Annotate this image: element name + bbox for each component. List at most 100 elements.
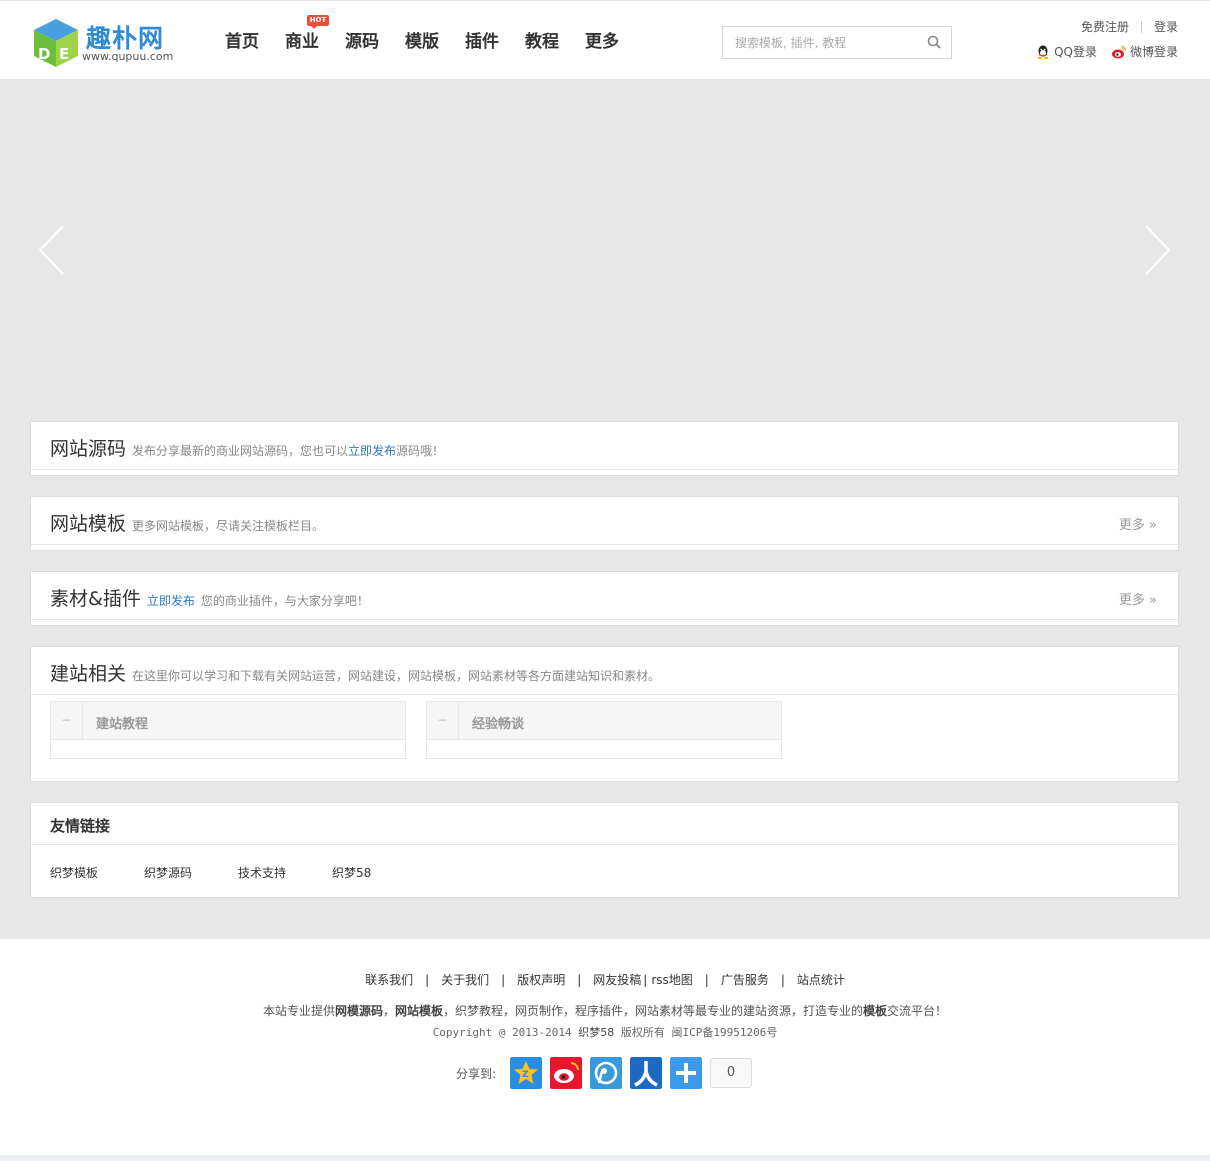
chevron-right-icon[interactable] — [1142, 224, 1172, 276]
more-link[interactable]: 更多 » — [1119, 589, 1157, 608]
qq-icon — [1037, 45, 1049, 59]
footer-link-ads[interactable]: 广告服务 — [721, 973, 769, 987]
nav-item-tutorial[interactable]: 教程 — [512, 1, 572, 81]
nav-item-home[interactable]: 首页 — [212, 1, 272, 81]
footer-link-stats[interactable]: 站点统计 — [797, 973, 845, 987]
weibo-share-icon[interactable] — [550, 1057, 583, 1089]
copyright-site: 织梦58 — [578, 1026, 615, 1039]
nav-item-template[interactable]: 模版 — [392, 1, 452, 81]
desc-text: 本站专业提供 — [262, 1004, 335, 1018]
divider: | — [780, 973, 785, 987]
chevron-left-icon[interactable] — [37, 224, 67, 276]
double-chevron-right-icon: » — [1149, 518, 1157, 533]
section-desc: 立即发布 您的商业插件，与大家分享吧！ — [147, 594, 369, 608]
friend-link[interactable]: 织梦模板 — [50, 864, 98, 881]
section-source: 网站源码 发布分享最新的商业网站源码，您也可以立即发布源码哦！ — [30, 421, 1179, 476]
section-template: 网站模板 更多网站模板，尽请关注模板栏目。 更多 » — [30, 496, 1179, 551]
footer-link-submit[interactable]: 网友投稿 — [593, 973, 641, 987]
section-header: 网站模板 更多网站模板，尽请关注模板栏目。 更多 » — [31, 497, 1178, 545]
logo-url: www.qupuu.com — [82, 50, 174, 63]
footer-link-rss[interactable]: rss地图 — [651, 973, 692, 987]
publish-link[interactable]: 立即发布 — [147, 594, 195, 608]
account-links: 免费注册 登录 — [1081, 18, 1178, 35]
sub-panel-tutorial: − 建站教程 — [50, 701, 406, 759]
footer-description: 本站专业提供网模源码，网站模板，织梦教程，网页制作，程序插件，网站素材等最专业的… — [0, 1002, 1210, 1019]
more-label: 更多 — [1118, 593, 1145, 608]
qq-login-link[interactable]: QQ登录 — [1035, 43, 1097, 60]
desc-bold: 模板 — [863, 1004, 888, 1018]
divider — [1140, 21, 1142, 33]
minus-icon[interactable]: − — [427, 702, 459, 740]
friend-link[interactable]: 织梦源码 — [144, 864, 192, 881]
nav-item-source[interactable]: 源码 — [332, 1, 392, 81]
sub-panel-header: − 建站教程 — [51, 702, 405, 740]
desc-text: 您的商业插件，与大家分享吧！ — [200, 594, 369, 608]
section-desc: 发布分享最新的商业网站源码，您也可以立即发布源码哦！ — [132, 444, 444, 458]
bottom-strip — [0, 1155, 1210, 1161]
footer-links: 联系我们 | 关于我们 | 版权声明 | 网友投稿 | rss地图 | 广告服务 | 站点统计 — [0, 971, 1210, 988]
site-header: D E 趣朴网 www.qupuu.com 首页 商业 源码 模版 插件 教程 … — [0, 0, 1210, 80]
desc-text: ，织梦教程，网页制作，程序插件，网站素材等最专业的建站资源，打造专业的 — [443, 1004, 864, 1018]
share-count: 0 — [710, 1058, 753, 1088]
section-header: 素材&插件 立即发布 您的商业插件，与大家分享吧！ 更多 » — [31, 572, 1178, 620]
section-plugin: 素材&插件 立即发布 您的商业插件，与大家分享吧！ 更多 » — [30, 571, 1179, 626]
cube-logo-icon: D E — [34, 19, 78, 67]
banner-slider — [0, 81, 1210, 401]
sub-panel-experience: − 经验畅谈 — [426, 701, 782, 759]
nav-item-plugin[interactable]: 插件 — [452, 1, 512, 81]
copyright-text: Copyright @ 2013-2014 — [432, 1026, 579, 1039]
desc-text: 发布分享最新的商业网站源码，您也可以 — [132, 444, 349, 458]
section-header: 建站相关 在这里你可以学习和下载有关网站运营，网站建设，网站模板，网站素材等各方面… — [31, 647, 1178, 695]
nav-item-business[interactable]: 商业 — [272, 1, 332, 81]
desc-text: 源码哦！ — [396, 444, 445, 458]
friend-links-list: 织梦模板 织梦源码 技术支持 织梦58 — [31, 845, 1178, 897]
weibo-login-label: 微博登录 — [1129, 45, 1178, 59]
share-label: 分享到: — [456, 1066, 497, 1081]
section-title: 友情链接 — [50, 817, 111, 835]
desc-text: 交流平台！ — [887, 1004, 948, 1018]
friend-link[interactable]: 技术支持 — [238, 864, 286, 881]
more-label: 更多 — [1118, 518, 1145, 533]
main-nav: 首页 商业 源码 模版 插件 教程 更多 — [212, 1, 632, 81]
section-friend-links: 友情链接 织梦模板 织梦源码 技术支持 织梦58 — [30, 802, 1179, 898]
tencent-weibo-share-icon[interactable] — [590, 1057, 623, 1089]
footer-link-about[interactable]: 关于我们 — [441, 973, 489, 987]
section-desc: 更多网站模板，尽请关注模板栏目。 — [132, 519, 325, 533]
divider: | — [501, 973, 506, 987]
search-box — [722, 26, 952, 59]
svg-text:D: D — [38, 45, 50, 63]
section-title: 素材&插件 — [50, 588, 141, 610]
social-login: QQ登录 微博登录 — [1035, 43, 1178, 60]
footer-link-contact[interactable]: 联系我们 — [365, 973, 413, 987]
sub-panel-title[interactable]: 经验畅谈 — [472, 713, 524, 732]
sub-panel-title[interactable]: 建站教程 — [96, 713, 148, 732]
renren-share-icon[interactable] — [630, 1057, 663, 1089]
section-desc: 在这里你可以学习和下载有关网站运营，网站建设，网站模板，网站素材等各方面建站知识… — [132, 669, 661, 683]
hot-badge: HOT — [307, 15, 329, 29]
search-input[interactable] — [723, 27, 918, 58]
section-build: 建站相关 在这里你可以学习和下载有关网站运营，网站建设，网站模板，网站素材等各方面… — [30, 646, 1179, 782]
double-chevron-right-icon: » — [1149, 593, 1157, 608]
section-title: 建站相关 — [50, 663, 127, 685]
login-link[interactable]: 登录 — [1154, 18, 1178, 35]
desc-bold: 网站模板 — [394, 1004, 443, 1018]
minus-icon[interactable]: − — [51, 702, 83, 740]
more-link[interactable]: 更多 » — [1119, 514, 1157, 533]
friend-link[interactable]: 织梦58 — [332, 864, 371, 881]
register-link[interactable]: 免费注册 — [1081, 18, 1129, 35]
section-header: 友情链接 — [31, 803, 1178, 845]
site-logo[interactable]: D E 趣朴网 www.qupuu.com — [32, 15, 182, 71]
search-icon[interactable] — [927, 35, 941, 49]
copyright-text: 版权所有 闽ICP备19951206号 — [614, 1026, 778, 1039]
footer-link-copyright[interactable]: 版权声明 — [517, 973, 565, 987]
weibo-login-link[interactable]: 微博登录 — [1111, 43, 1178, 60]
site-footer: 联系我们 | 关于我们 | 版权声明 | 网友投稿 | rss地图 | 广告服务 | 站点统计 本站专业… — [0, 939, 1210, 1155]
publish-link[interactable]: 立即发布 — [348, 444, 396, 458]
nav-item-more[interactable]: 更多 — [572, 1, 632, 81]
more-share-icon[interactable] — [670, 1057, 703, 1089]
sub-panel-header: − 经验畅谈 — [427, 702, 781, 740]
divider: | — [643, 973, 648, 987]
section-header: 网站源码 发布分享最新的商业网站源码，您也可以立即发布源码哦！ — [31, 422, 1178, 470]
qzone-share-icon[interactable]: Z — [510, 1057, 543, 1089]
qq-login-label: QQ登录 — [1054, 45, 1097, 59]
